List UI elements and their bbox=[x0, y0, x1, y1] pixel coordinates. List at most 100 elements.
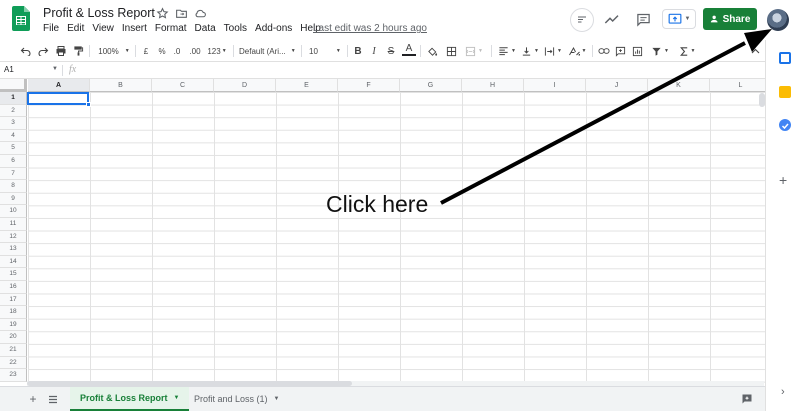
present-button[interactable]: ▼ bbox=[662, 9, 696, 29]
chevron-down-icon[interactable]: ▼ bbox=[52, 66, 58, 72]
chevron-down-icon[interactable]: ▼ bbox=[174, 395, 180, 401]
keep-icon[interactable] bbox=[779, 86, 791, 98]
row-header-16[interactable]: 16 bbox=[0, 281, 27, 294]
menu-edit[interactable]: Edit bbox=[67, 23, 84, 34]
row-header-17[interactable]: 17 bbox=[0, 293, 27, 307]
horizontal-align-button[interactable]: ▼ bbox=[497, 43, 517, 59]
row-header-20[interactable]: 20 bbox=[0, 331, 27, 344]
row-header-13[interactable]: 13 bbox=[0, 243, 27, 256]
hide-menus-button[interactable] bbox=[749, 43, 761, 59]
column-header-k[interactable]: K bbox=[648, 79, 710, 92]
comments-button[interactable] bbox=[634, 10, 652, 28]
insert-comment-button[interactable] bbox=[614, 43, 627, 59]
calendar-icon[interactable] bbox=[779, 52, 791, 64]
document-title[interactable]: Profit & Loss Report bbox=[43, 6, 155, 20]
row-header-9[interactable]: 9 bbox=[0, 192, 27, 206]
cell-grid[interactable]: ABCDEFGHIJKL 1 2 3 4 5 6 7 8 9 10 11 12 13 14 15 16 17 18… bbox=[0, 79, 765, 383]
filter-button[interactable]: ▼ bbox=[650, 43, 670, 59]
row-header-11[interactable]: 11 bbox=[0, 218, 27, 231]
add-sheet-button[interactable]: + bbox=[26, 392, 40, 406]
column-header-e[interactable]: E bbox=[276, 79, 338, 92]
font-select[interactable]: Default (Ari... ▼ bbox=[239, 43, 297, 59]
sheets-logo-icon[interactable] bbox=[12, 6, 30, 31]
all-sheets-button[interactable] bbox=[46, 392, 60, 406]
column-header-i[interactable]: I bbox=[524, 79, 586, 92]
row-header-8[interactable]: 8 bbox=[0, 180, 27, 193]
row-header-5[interactable]: 5 bbox=[0, 142, 27, 155]
functions-button[interactable]: ▼ bbox=[677, 43, 697, 59]
insert-chart-button[interactable] bbox=[631, 43, 644, 59]
comment-history-button[interactable] bbox=[570, 8, 594, 32]
text-rotation-button[interactable]: ▼ bbox=[566, 43, 588, 59]
sheet-tab-profit-loss-report[interactable]: Profit & Loss Report ▼ bbox=[70, 387, 190, 411]
paint-format-button[interactable] bbox=[71, 43, 85, 59]
tasks-icon[interactable] bbox=[779, 119, 791, 131]
column-header-h[interactable]: H bbox=[462, 79, 524, 92]
bold-button[interactable]: B bbox=[352, 43, 364, 59]
column-header-d[interactable]: D bbox=[214, 79, 276, 92]
row-header-18[interactable]: 18 bbox=[0, 306, 27, 319]
select-all-corner[interactable] bbox=[0, 79, 27, 92]
font-size-select[interactable]: 10 ▼ bbox=[309, 43, 343, 59]
row-header-23[interactable]: 23 bbox=[0, 369, 27, 382]
redo-button[interactable] bbox=[36, 43, 50, 59]
move-folder-icon[interactable] bbox=[175, 7, 188, 20]
name-box[interactable]: A1 bbox=[4, 65, 14, 74]
account-avatar[interactable] bbox=[767, 9, 789, 31]
sheet-tab-profit-and-loss-1[interactable]: Profit and Loss (1) ▼ bbox=[184, 387, 290, 411]
chevron-down-icon[interactable]: ▼ bbox=[274, 396, 280, 402]
increase-decimal-button[interactable]: .00 bbox=[187, 43, 203, 59]
menu-view[interactable]: View bbox=[92, 23, 114, 34]
undo-button[interactable] bbox=[19, 43, 33, 59]
column-header-c[interactable]: C bbox=[152, 79, 214, 92]
fill-color-button[interactable] bbox=[426, 43, 439, 59]
italic-button[interactable]: I bbox=[368, 43, 380, 59]
chevron-right-icon[interactable]: › bbox=[781, 386, 785, 398]
borders-button[interactable] bbox=[445, 43, 458, 59]
row-header-15[interactable]: 15 bbox=[0, 268, 27, 281]
cloud-status-icon[interactable] bbox=[194, 7, 207, 20]
strikethrough-button[interactable]: S bbox=[385, 43, 397, 59]
vertical-align-button[interactable]: ▼ bbox=[520, 43, 540, 59]
insert-link-button[interactable] bbox=[597, 43, 610, 59]
column-header-l[interactable]: L bbox=[710, 79, 765, 92]
menu-tools[interactable]: Tools bbox=[224, 23, 247, 34]
row-header-21[interactable]: 21 bbox=[0, 344, 27, 357]
merge-cells-button[interactable]: ▼ bbox=[463, 43, 485, 59]
row-header-10[interactable]: 10 bbox=[0, 205, 27, 218]
row-header-3[interactable]: 3 bbox=[0, 117, 27, 130]
print-button[interactable] bbox=[54, 43, 68, 59]
menu-file[interactable]: File bbox=[43, 23, 59, 34]
get-addons-plus-icon[interactable]: + bbox=[779, 172, 787, 188]
row-header-1[interactable]: 1 bbox=[0, 92, 27, 105]
activity-dashboard-button[interactable] bbox=[602, 10, 622, 28]
row-header-2[interactable]: 2 bbox=[0, 104, 27, 118]
row-header-14[interactable]: 14 bbox=[0, 255, 27, 269]
column-header-b[interactable]: B bbox=[90, 79, 152, 92]
number-format-select[interactable]: 123 ▼ bbox=[205, 43, 229, 59]
row-header-4[interactable]: 4 bbox=[0, 129, 27, 143]
decrease-decimal-button[interactable]: .0 bbox=[170, 43, 184, 59]
column-header-g[interactable]: G bbox=[400, 79, 462, 92]
row-header-22[interactable]: 22 bbox=[0, 356, 27, 370]
explore-button[interactable] bbox=[741, 393, 753, 405]
share-button[interactable]: Share bbox=[703, 8, 757, 30]
text-wrapping-button[interactable]: ▼ bbox=[543, 43, 563, 59]
zoom-select[interactable]: 100% ▼ bbox=[96, 43, 132, 59]
active-cell-a1[interactable] bbox=[27, 92, 89, 105]
cells[interactable] bbox=[28, 92, 765, 383]
star-icon[interactable] bbox=[156, 7, 169, 20]
menu-data[interactable]: Data bbox=[195, 23, 216, 34]
menu-insert[interactable]: Insert bbox=[122, 23, 147, 34]
row-header-7[interactable]: 7 bbox=[0, 167, 27, 181]
text-color-button[interactable]: A bbox=[402, 43, 416, 56]
menu-format[interactable]: Format bbox=[155, 23, 187, 34]
column-header-j[interactable]: J bbox=[586, 79, 648, 92]
column-header-a[interactable]: A bbox=[28, 79, 90, 92]
row-header-12[interactable]: 12 bbox=[0, 230, 27, 244]
last-edit-link[interactable]: Last edit was 2 hours ago bbox=[313, 23, 427, 34]
menu-addons[interactable]: Add-ons bbox=[255, 23, 292, 34]
row-header-6[interactable]: 6 bbox=[0, 155, 27, 168]
currency-format-button[interactable]: £ bbox=[140, 43, 152, 59]
row-header-19[interactable]: 19 bbox=[0, 318, 27, 332]
